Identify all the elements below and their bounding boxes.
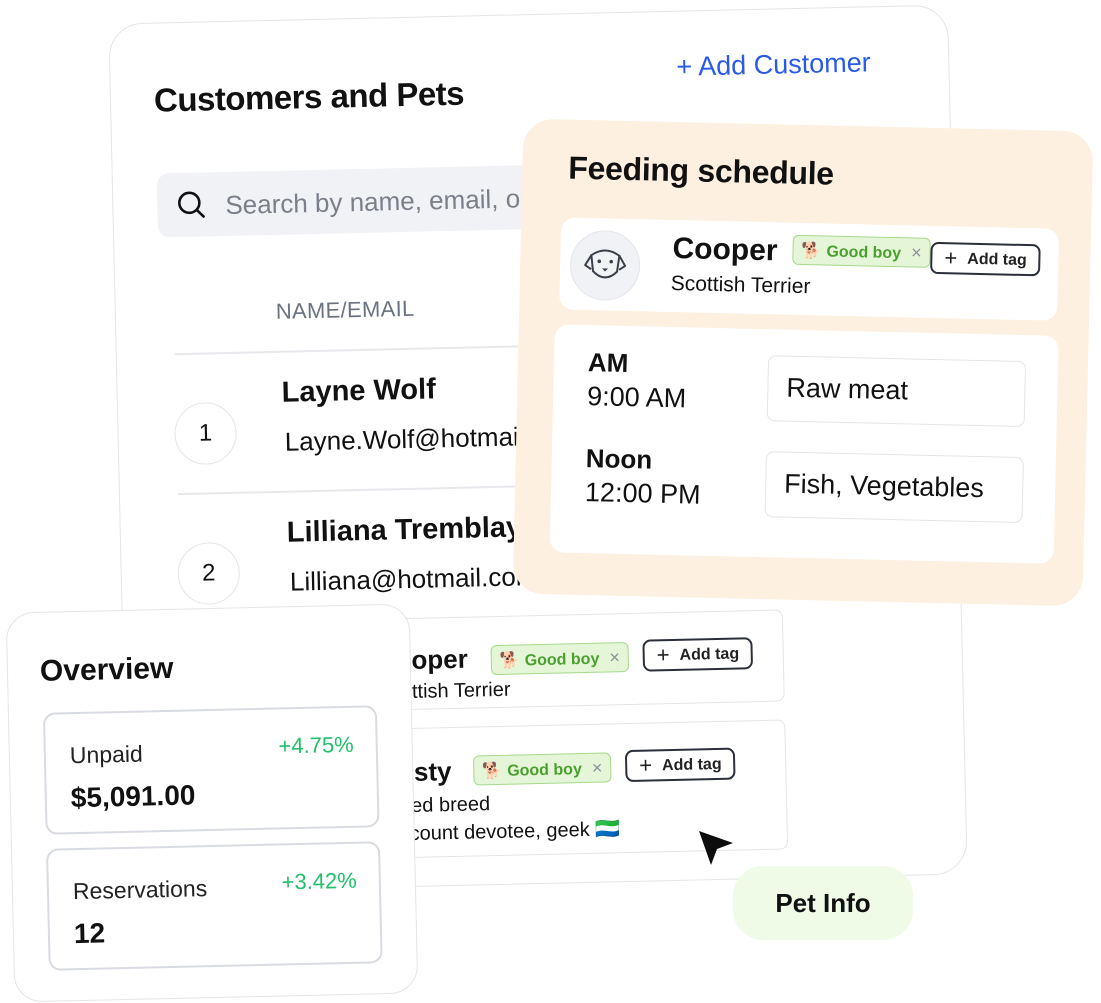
tag-good-boy: 🐕 Good boy ×	[792, 234, 931, 268]
pet-breed: Scottish Terrier	[670, 271, 811, 299]
add-tag-label: Add tag	[967, 250, 1027, 270]
tag-good-boy: 🐕 Good boy ×	[490, 641, 630, 676]
feeding-title: Feeding schedule	[567, 149, 835, 192]
plus-icon: +	[638, 752, 653, 778]
slot-label: AM	[587, 347, 629, 379]
food-input[interactable]: Fish, Vegetables	[764, 451, 1024, 524]
food-input[interactable]: Raw meat	[766, 355, 1027, 428]
search-icon	[178, 191, 205, 218]
slot-time: 12:00 PM	[584, 477, 701, 510]
plus-icon: +	[944, 245, 958, 271]
stat-value: $5,091.00	[70, 779, 196, 814]
dog-emoji-icon: 🐕	[801, 242, 822, 261]
customer-name[interactable]: Layne Wolf	[281, 373, 436, 409]
customer-name[interactable]: Lilliana Tremblay	[286, 511, 522, 549]
flag-icon: 🇸🇱	[594, 818, 621, 841]
remove-tag-icon[interactable]: ×	[592, 758, 603, 778]
add-tag-button[interactable]: + Add tag	[642, 637, 754, 672]
customer-email[interactable]: Lilliana@hotmail.com	[290, 561, 538, 598]
cursor-arrow-icon	[699, 831, 733, 865]
slot-label: Noon	[585, 443, 653, 475]
stat-value: 12	[73, 917, 106, 950]
add-tag-label: Add tag	[661, 755, 722, 775]
dog-emoji-icon: 🐕	[482, 762, 503, 781]
customer-note: Discount devotee, geek 🇸🇱	[380, 816, 620, 846]
customers-title: Customers and Pets	[153, 74, 465, 119]
overview-card: Overview Unpaid +4.75% $5,091.00 Reserva…	[5, 603, 419, 1003]
add-tag-label: Add tag	[679, 645, 740, 664]
add-customer-button[interactable]: + Add Customer	[676, 47, 871, 82]
tag-label: Good boy	[826, 243, 902, 263]
stat-reservations: Reservations +3.42% 12	[45, 841, 383, 971]
tag-good-boy: 🐕 Good boy ×	[472, 752, 612, 786]
remove-tag-icon[interactable]: ×	[911, 242, 922, 262]
row-number: 1	[173, 401, 238, 466]
column-header-name-email: NAME/EMAIL	[275, 295, 415, 324]
feeding-schedule-card: Feeding schedule Cooper Scottish Terrier…	[512, 118, 1094, 607]
tag-label: Good boy	[524, 650, 600, 670]
remove-tag-icon[interactable]: ×	[609, 647, 620, 667]
stat-delta: +3.42%	[281, 867, 358, 895]
slot-time: 9:00 AM	[586, 381, 687, 414]
add-tag-button[interactable]: + Add tag	[624, 747, 736, 783]
dog-face-icon	[569, 229, 641, 302]
pet-row-cooper[interactable]: Cooper Scottish Terrier 🐕 Good boy × + Add …	[358, 609, 785, 712]
dog-emoji-icon: 🐕	[499, 652, 520, 670]
pet-name: Cooper	[672, 232, 778, 268]
stat-delta: +4.75%	[278, 731, 354, 759]
stat-label: Unpaid	[69, 740, 144, 769]
add-tag-button[interactable]: + Add tag	[930, 241, 1042, 277]
stat-unpaid: Unpaid +4.75% $5,091.00	[42, 705, 380, 835]
overview-title: Overview	[39, 651, 174, 688]
row-number: 2	[177, 541, 241, 606]
pet-info-label: Pet Info	[733, 866, 913, 940]
pet-header: Cooper Scottish Terrier 🐕 Good boy × + Add …	[559, 217, 1060, 321]
tag-label: Good boy	[507, 761, 583, 780]
feeding-slots: AM 9:00 AM Raw meat Noon 12:00 PM Fish, …	[549, 324, 1059, 564]
plus-icon: +	[656, 642, 670, 668]
stat-label: Reservations	[72, 875, 208, 905]
